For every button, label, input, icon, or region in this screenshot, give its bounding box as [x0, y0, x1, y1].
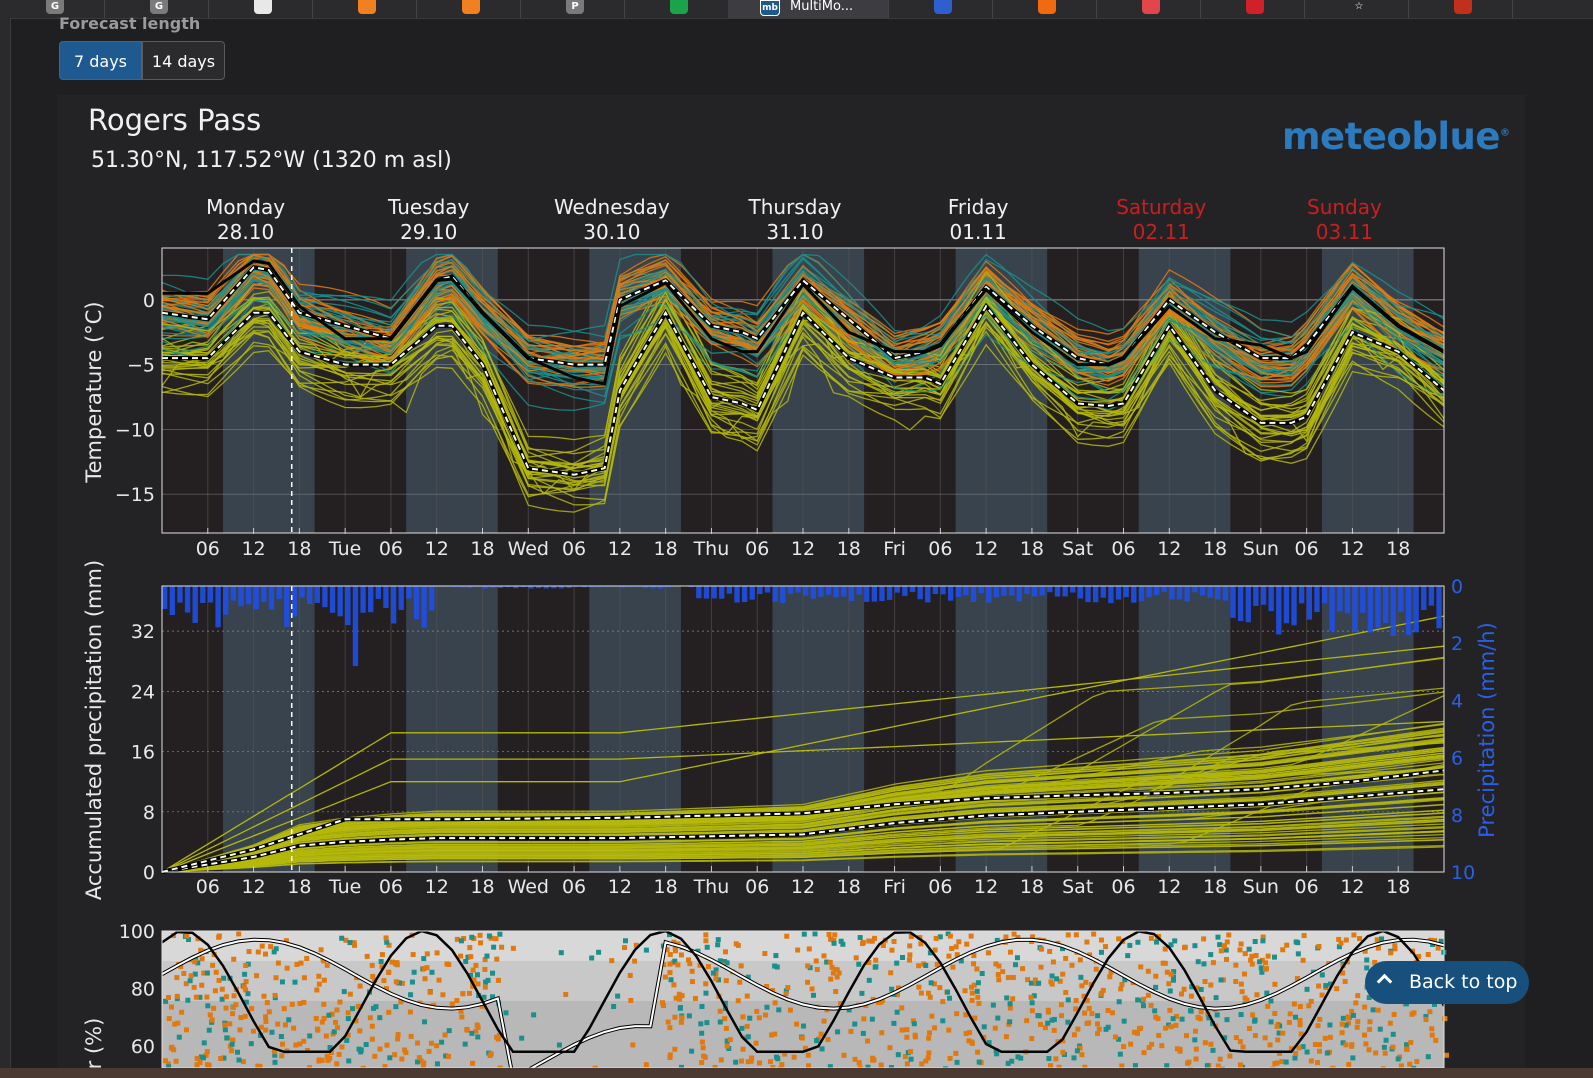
- browser-tab[interactable]: [208, 0, 313, 18]
- meteogram-panel: [57, 95, 1525, 1070]
- chevron-up-icon: [1376, 973, 1393, 990]
- star-icon: ☆: [1354, 1, 1364, 12]
- aw-icon: [1038, 0, 1056, 14]
- mountain-icon: [934, 0, 952, 14]
- browser-tab-bar: G G Pmb MultiMo... ☆: [0, 0, 1593, 19]
- browser-tab[interactable]: [624, 0, 729, 18]
- fourteen-days-button[interactable]: 14 days: [142, 41, 225, 80]
- meteoblue-logo[interactable]: meteoblue®: [1282, 115, 1510, 158]
- document-icon: [254, 0, 272, 14]
- browser-tab[interactable]: [992, 0, 1097, 18]
- forecast-length-label: Forecast length: [59, 14, 201, 33]
- compass-icon: [462, 0, 480, 14]
- browser-tab[interactable]: [1408, 0, 1513, 18]
- pinterest-icon: [1246, 0, 1264, 14]
- meteoblue-icon: mb: [760, 0, 780, 16]
- sidebar-edge: [0, 18, 11, 1068]
- browser-tab[interactable]: [312, 0, 417, 18]
- browser-tab[interactable]: [1096, 0, 1201, 18]
- sunset-icon: [358, 0, 376, 14]
- g-icon: G: [46, 0, 64, 14]
- browser-tab[interactable]: [1200, 0, 1305, 18]
- layers-icon: [670, 0, 688, 14]
- p-icon: P: [566, 0, 584, 14]
- g-icon: G: [150, 0, 168, 14]
- location-coordinates: 51.30°N, 117.52°W (1320 m asl): [91, 148, 452, 173]
- logo-text: meteoblue: [1282, 115, 1500, 158]
- active-tab-title: MultiMo...: [790, 0, 854, 14]
- seven-days-button[interactable]: 7 days: [59, 41, 142, 80]
- browser-tab[interactable]: P: [520, 0, 625, 18]
- fire-icon: [1454, 0, 1472, 14]
- airbnb-icon: [1142, 0, 1160, 14]
- back-to-top-button[interactable]: Back to top: [1365, 961, 1529, 1004]
- browser-tab[interactable]: [888, 0, 993, 18]
- browser-tab-active[interactable]: mb MultiMo...: [728, 0, 889, 18]
- location-name: Rogers Pass: [88, 103, 262, 137]
- back-to-top-label: Back to top: [1409, 971, 1518, 993]
- browser-tab[interactable]: [416, 0, 521, 18]
- bottom-bar: [0, 1068, 1593, 1078]
- browser-tab[interactable]: ☆: [1304, 0, 1409, 18]
